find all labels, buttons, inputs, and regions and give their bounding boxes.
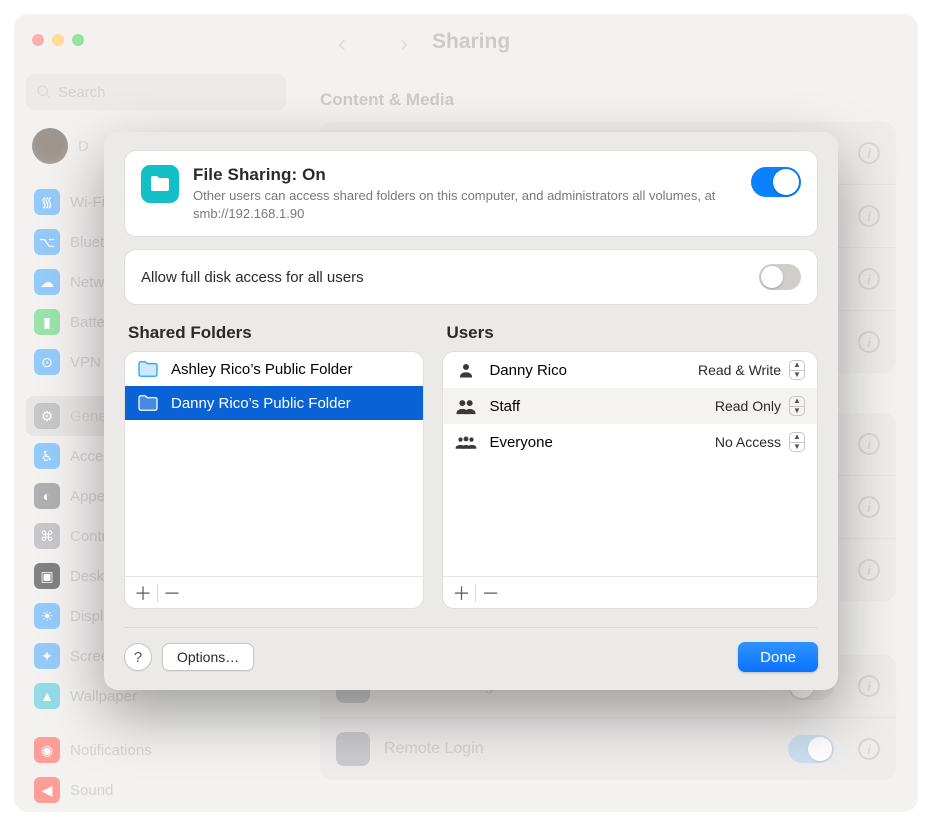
- permission-select[interactable]: Read & Write ▲▼: [698, 360, 805, 380]
- file-sharing-subtitle: Other users can access shared folders on…: [193, 187, 737, 222]
- user-name-label: Everyone: [489, 434, 702, 451]
- person-icon: [455, 433, 477, 451]
- permission-select[interactable]: No Access ▲▼: [715, 432, 805, 452]
- permission-value: Read & Write: [698, 362, 781, 378]
- stepper-icon: ▲▼: [789, 432, 805, 452]
- shared-folders-column: Shared Folders Ashley Rico’s Public Fold…: [124, 323, 424, 609]
- folder-name: Ashley Rico’s Public Folder: [171, 361, 352, 378]
- add-folder-button[interactable]: ＋: [129, 579, 157, 607]
- users-list: Danny Rico Read & Write ▲▼ Staff Read On…: [442, 351, 818, 609]
- file-sharing-title: File Sharing: On: [193, 165, 737, 185]
- shared-folders-list: Ashley Rico’s Public Folder Danny Rico’s …: [124, 351, 424, 609]
- permission-value: Read Only: [715, 398, 781, 414]
- full-disk-access-label: Allow full disk access for all users: [141, 269, 759, 286]
- folder-name: Danny Rico’s Public Folder: [171, 395, 351, 412]
- person-icon: [455, 361, 477, 379]
- user-name-label: Staff: [489, 398, 702, 415]
- file-sharing-status-card: File Sharing: On Other users can access …: [124, 150, 818, 237]
- stepper-icon: ▲▼: [789, 396, 805, 416]
- user-name-label: Danny Rico: [489, 362, 686, 379]
- person-icon: [455, 397, 477, 415]
- stepper-icon: ▲▼: [789, 360, 805, 380]
- user-row[interactable]: Staff Read Only ▲▼: [443, 388, 817, 424]
- users-title: Users: [446, 323, 818, 343]
- file-sharing-sheet: File Sharing: On Other users can access …: [104, 132, 838, 690]
- sheet-footer: ? Options… Done: [124, 627, 818, 672]
- help-button[interactable]: ?: [124, 643, 152, 671]
- permission-select[interactable]: Read Only ▲▼: [715, 396, 805, 416]
- permission-value: No Access: [715, 434, 781, 450]
- options-button[interactable]: Options…: [162, 643, 254, 671]
- full-disk-access-card: Allow full disk access for all users: [124, 249, 818, 305]
- user-row[interactable]: Danny Rico Read & Write ▲▼: [443, 352, 817, 388]
- remove-user-button[interactable]: －: [476, 579, 504, 607]
- file-sharing-icon: [141, 165, 179, 203]
- full-disk-access-toggle[interactable]: [759, 264, 801, 290]
- remove-folder-button[interactable]: －: [158, 579, 186, 607]
- users-column: Users Danny Rico Read & Write ▲▼ Staff R…: [442, 323, 818, 609]
- file-sharing-toggle[interactable]: [751, 167, 801, 197]
- shared-folders-title: Shared Folders: [128, 323, 424, 343]
- user-row[interactable]: Everyone No Access ▲▼: [443, 424, 817, 460]
- folder-icon: [137, 360, 159, 378]
- done-button[interactable]: Done: [738, 642, 818, 672]
- folder-icon: [137, 394, 159, 412]
- shared-folder-row[interactable]: Danny Rico’s Public Folder: [125, 386, 423, 420]
- shared-folder-row[interactable]: Ashley Rico’s Public Folder: [125, 352, 423, 386]
- add-user-button[interactable]: ＋: [447, 579, 475, 607]
